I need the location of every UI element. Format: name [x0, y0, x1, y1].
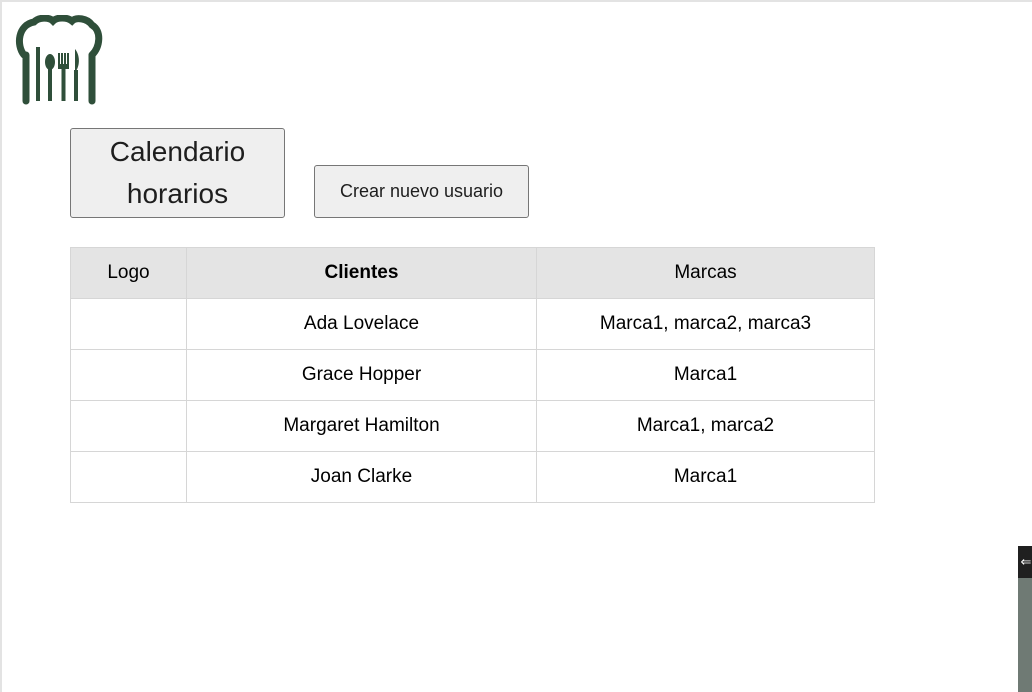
- page: Calendario horarios Crear nuevo usuario …: [0, 0, 1032, 692]
- client-name-cell: Ada Lovelace: [186, 298, 537, 350]
- clients-table-container: Logo Clientes Marcas Ada Lovelace Marca1…: [70, 247, 875, 503]
- client-brands-cell: Marca1: [536, 451, 875, 503]
- arrow-left-icon[interactable]: ⇐: [1018, 546, 1032, 578]
- chef-hat-cutlery-icon: [14, 14, 104, 105]
- client-logo-cell: [70, 298, 187, 350]
- column-header-clientes: Clientes: [186, 247, 537, 299]
- client-name-cell: Joan Clarke: [186, 451, 537, 503]
- table-row: Grace Hopper Marca1: [70, 349, 875, 401]
- client-brands-cell: Marca1, marca2, marca3: [536, 298, 875, 350]
- table-row: Margaret Hamilton Marca1, marca2: [70, 400, 875, 452]
- calendar-schedules-button[interactable]: Calendario horarios: [70, 128, 285, 218]
- column-header-marcas: Marcas: [536, 247, 875, 299]
- client-brands-cell: Marca1: [536, 349, 875, 401]
- clients-table: Logo Clientes Marcas Ada Lovelace Marca1…: [70, 247, 875, 503]
- create-user-button[interactable]: Crear nuevo usuario: [314, 165, 529, 218]
- table-row: Joan Clarke Marca1: [70, 451, 875, 503]
- client-name-cell: Margaret Hamilton: [186, 400, 537, 452]
- side-panel-toggle[interactable]: ⇐: [1018, 546, 1032, 692]
- client-logo-cell: [70, 451, 187, 503]
- client-brands-cell: Marca1, marca2: [536, 400, 875, 452]
- client-logo-cell: [70, 400, 187, 452]
- client-logo-cell: [70, 349, 187, 401]
- table-row: Ada Lovelace Marca1, marca2, marca3: [70, 298, 875, 350]
- column-header-logo: Logo: [70, 247, 187, 299]
- table-header-row: Logo Clientes Marcas: [70, 247, 875, 299]
- client-name-cell: Grace Hopper: [186, 349, 537, 401]
